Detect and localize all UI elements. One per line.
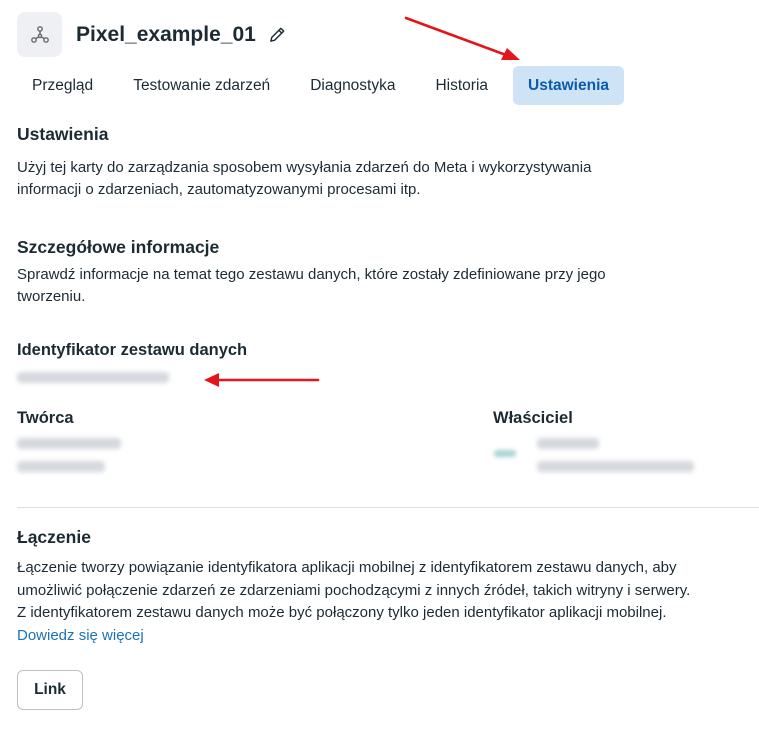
owner-name-redacted [537,438,599,449]
tab-diagnostics[interactable]: Diagnostyka [295,66,410,105]
settings-description-line1: Użyj tej karty do zarządzania sposobem w… [17,159,592,176]
creator-label: Twórca [17,409,74,427]
linking-description-line2: umożliwić połączenie zdarzeń ze zdarzeni… [17,582,691,599]
page-title: Pixel_example_01 [76,22,256,46]
settings-description-line2: informacji o zdarzeniach, zautomatyzowan… [17,181,421,198]
linking-description-line1: Łączenie tworzy powiązanie identyfikator… [17,559,677,576]
tab-history[interactable]: Historia [420,66,503,105]
page-header: Pixel_example_01 [17,12,287,57]
learn-more-link[interactable]: Dowiedz się więcej [17,625,144,648]
tab-overview[interactable]: Przegląd [17,66,108,105]
creator-name-redacted [17,438,121,449]
annotation-arrow-to-settings-tab [404,16,520,60]
details-heading: Szczegółowe informacje [17,237,220,257]
owner-logo-redacted [494,450,516,457]
dataset-id-value-redacted [17,372,169,383]
dataset-icon [17,12,62,57]
linking-description-line3: Z identyfikatorem zestawu danych może by… [17,604,667,621]
tab-settings[interactable]: Ustawienia [513,66,625,105]
tab-event-testing[interactable]: Testowanie zdarzeń [118,66,285,105]
creator-date-redacted [17,461,105,472]
linking-heading: Łączenie [17,527,91,547]
edit-pencil-icon[interactable] [268,25,287,44]
details-description-line1: Sprawdź informacje na temat tego zestawu… [17,266,606,283]
link-button[interactable]: Link [17,670,83,710]
owner-id-redacted [537,461,694,472]
settings-heading: Ustawienia [17,124,109,144]
tab-bar: Przegląd Testowanie zdarzeń Diagnostyka … [17,66,634,105]
owner-label: Właściciel [493,409,573,427]
annotation-arrow-to-dataset-id [204,373,320,387]
details-description-line2: tworzeniu. [17,288,86,305]
dataset-id-label: Identyfikator zestawu danych [17,341,248,359]
section-divider [17,507,759,508]
